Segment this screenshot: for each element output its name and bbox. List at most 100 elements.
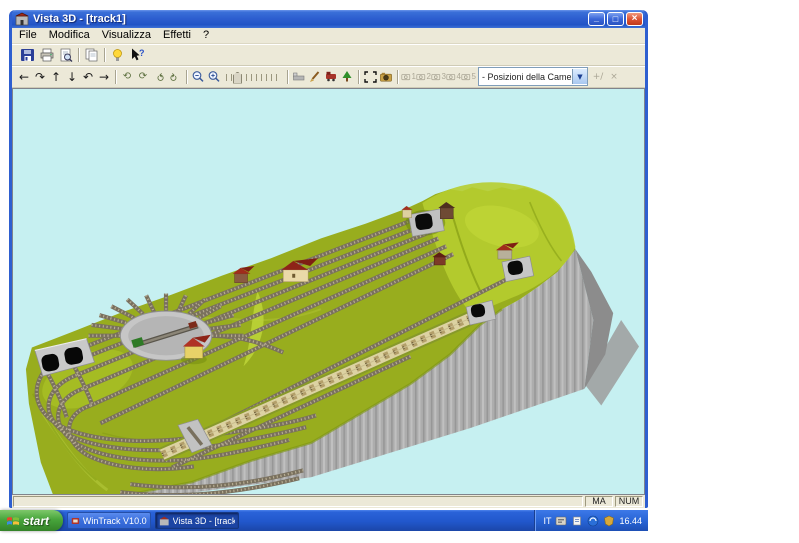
language-indicator[interactable]: IT [543,516,551,526]
start-button[interactable]: start [0,510,63,531]
zoom-in-icon [207,70,221,83]
windows-flag-icon [6,515,20,527]
arrow-right-icon: → [99,71,109,83]
titlebar[interactable]: Vista 3D - [track1] _ □ × [12,10,645,28]
taskbar-task-vista3d[interactable]: Vista 3D - [track1] [155,512,239,529]
window-controls: _ □ × [588,12,643,26]
camera-preset-5-button[interactable]: 5 [461,69,476,85]
save-button[interactable] [19,46,36,63]
zoom-out-button[interactable] [191,68,205,85]
scenery-button[interactable] [292,68,306,85]
desktop: Vista 3D - [track1] _ □ × File Modifica … [0,0,799,543]
toolbar-separator [186,70,187,84]
rotate-left-icon: ⟲ [123,71,131,83]
pan-down-button[interactable]: ↓ [65,68,79,85]
brush-icon [308,70,322,83]
show-trains-button[interactable] [324,68,338,85]
zoom-out-icon [191,70,205,83]
house [185,347,203,359]
toolbar-separator [78,48,79,62]
window-title: Vista 3D - [track1] [33,13,588,25]
context-help-button[interactable]: ? [128,46,145,63]
camera-position-value: - Posizioni della Camera - [479,72,572,82]
station-building [283,270,308,282]
turn-left-button[interactable]: ↶ [81,68,95,85]
close-button[interactable]: × [626,12,643,26]
light-effects-button[interactable] [109,46,126,63]
tray-icon-3[interactable] [587,515,599,527]
print-preview-icon [58,48,73,62]
shed [403,210,412,218]
wintrack-icon [71,515,80,527]
camera-preset-4-button[interactable]: 4 [446,69,461,85]
clock[interactable]: 16.44 [619,516,642,526]
orbit-right-button[interactable]: ⟳ [136,68,150,85]
3d-viewport[interactable]: .trkb{stroke:#79705e;stroke-width:4.2;fi… [12,88,645,495]
camera-preset-3-button[interactable]: 3 [431,69,446,85]
print-button[interactable] [38,46,55,63]
house [498,250,512,259]
zoom-slider-thumb[interactable] [233,72,242,84]
camera-preset-icon [431,72,441,81]
menu-bar: File Modifica Visualizza Effetti ? [12,28,645,44]
arrow-redo-icon: ↷ [35,71,45,83]
app-icon [15,12,29,26]
tray-icon-2[interactable] [571,515,583,527]
status-caps-indicator: MA [585,496,613,507]
arrow-left-icon: ← [19,71,29,83]
orbit-left-button[interactable]: ⟲ [120,68,134,85]
print-preview-button[interactable] [57,46,74,63]
main-toolbar: ? [12,44,645,66]
menu-file[interactable]: File [13,28,43,43]
status-num-indicator: NUM [615,496,643,507]
status-message [13,496,583,507]
menu-effetti[interactable]: Effetti [157,28,197,43]
camera-icon [379,70,393,84]
camera-preset-icon [461,72,471,81]
minimize-button[interactable]: _ [588,12,605,26]
taskbar-task-wintrack[interactable]: WinTrack V10.0 - [tr... [67,512,151,529]
fullscreen-button[interactable] [363,68,377,85]
paint-texture-button[interactable] [308,68,322,85]
delete-camera-position-button[interactable]: × [607,68,621,85]
tilt-up-button[interactable]: ⟲ [152,68,166,85]
tray-icon-1[interactable] [555,515,567,527]
app-window: Vista 3D - [track1] _ □ × File Modifica … [9,10,648,508]
maximize-button[interactable]: □ [607,12,624,26]
menu-modifica[interactable]: Modifica [43,28,96,43]
shed [235,274,248,283]
pan-up-button[interactable]: ↑ [49,68,63,85]
camera-position-dropdown[interactable]: - Posizioni della Camera - ▼ [478,67,588,86]
tree-icon [340,70,354,83]
pan-left-button[interactable]: ← [17,68,31,85]
camera-preset-icon [416,72,426,81]
chevron-down-icon[interactable]: ▼ [572,69,587,84]
pan-right-button[interactable]: → [97,68,111,85]
zoom-in-button[interactable] [207,68,221,85]
show-trees-button[interactable] [340,68,354,85]
toolbar-separator [115,70,116,84]
add-camera-position-button[interactable]: +/ [591,68,605,85]
tray-icon-4[interactable] [603,515,615,527]
camera-preset-1-button[interactable]: 1 [401,69,416,85]
screenshot-button[interactable] [379,68,393,85]
svg-text:?: ? [139,48,144,58]
print-icon [39,48,54,62]
toolbar-separator [287,70,288,84]
system-tray: IT 16.44 [534,510,648,531]
tilt-down-button[interactable]: ⟳ [168,68,182,85]
fullscreen-icon [364,71,377,83]
taskbar: start WinTrack V10.0 - [tr... Vista 3D -… [0,510,648,531]
shed [434,257,445,265]
copy-button[interactable] [83,46,100,63]
turn-right-button[interactable]: ↷ [33,68,47,85]
tilt-down-icon: ⟳ [169,72,181,80]
camera-preset-2-button[interactable]: 2 [416,69,431,85]
3d-scene: .trkb{stroke:#79705e;stroke-width:4.2;fi… [13,89,644,494]
arrow-down-icon: ↓ [67,71,77,83]
tilt-up-icon: ⟲ [153,72,165,80]
menu-help[interactable]: ? [197,28,215,43]
zoom-slider[interactable] [226,70,280,84]
scenery-icon [292,70,306,83]
menu-visualizza[interactable]: Visualizza [96,28,157,43]
